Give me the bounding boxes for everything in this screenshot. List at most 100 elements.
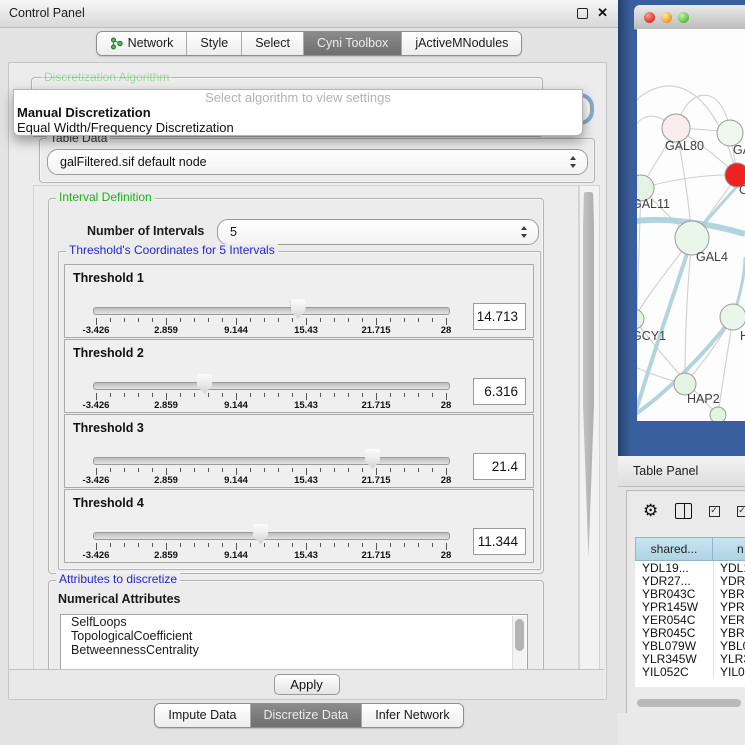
- attribute-list-item[interactable]: TopologicalCoefficient: [61, 629, 527, 643]
- slider-track[interactable]: [93, 382, 450, 390]
- name-cell[interactable]: YLR3: [713, 652, 745, 665]
- tab-discretize-data[interactable]: Discretize Data: [251, 704, 363, 727]
- name-cell[interactable]: YDR2: [713, 574, 745, 587]
- table-row[interactable]: YPR145WYPR1: [635, 600, 745, 613]
- tick-mark: [138, 393, 139, 397]
- number-of-intervals-combobox[interactable]: 5: [217, 219, 539, 245]
- table-row[interactable]: YDR27...YDR2: [635, 574, 745, 587]
- network-node[interactable]: [637, 309, 644, 329]
- scrollbar-thumb[interactable]: [583, 192, 594, 558]
- tab-cyni-toolbox[interactable]: Cyni Toolbox: [304, 32, 402, 55]
- table-data-combobox[interactable]: galFiltered.sif default node: [47, 149, 588, 175]
- tick-mark: [138, 468, 139, 472]
- tab-style[interactable]: Style: [187, 32, 242, 55]
- algorithm-menu-item[interactable]: Manual Discretization: [14, 105, 582, 120]
- gear-icon[interactable]: ⚙: [643, 502, 658, 520]
- algorithm-placeholder-item[interactable]: Select algorithm to view settings: [14, 90, 582, 105]
- close-traffic-light-icon[interactable]: [644, 12, 655, 23]
- shared-name-cell[interactable]: YBL079W: [635, 639, 713, 652]
- slider-track[interactable]: [93, 532, 450, 540]
- network-window-titlebar[interactable]: [634, 5, 745, 30]
- name-cell[interactable]: YDL1: [713, 561, 745, 574]
- table-row[interactable]: YLR345WYLR3: [635, 652, 745, 665]
- float-window-icon[interactable]: [577, 8, 588, 19]
- network-node[interactable]: [710, 407, 726, 421]
- zoom-traffic-light-icon[interactable]: [678, 12, 689, 23]
- shared-name-cell[interactable]: YPR145W: [635, 600, 713, 613]
- tick-mark: [306, 543, 307, 550]
- network-node[interactable]: [662, 114, 690, 142]
- tab-jactivemnodules[interactable]: jActiveMNodules: [402, 32, 521, 55]
- threshold-value-field[interactable]: 21.4: [473, 453, 526, 480]
- tick-mark: [250, 468, 251, 472]
- table-row[interactable]: YER054CYER0: [635, 613, 745, 626]
- tick-mark: [264, 468, 265, 472]
- shared-name-cell[interactable]: YDR27...: [635, 574, 713, 587]
- tick-mark: [404, 318, 405, 322]
- tick-mark: [320, 543, 321, 547]
- column-settings-icon[interactable]: [675, 503, 692, 519]
- tick-mark: [208, 468, 209, 472]
- threshold-value-field[interactable]: 11.344: [473, 528, 526, 555]
- name-cell[interactable]: YBL0: [713, 639, 745, 652]
- apply-button[interactable]: Apply: [274, 674, 340, 695]
- close-icon[interactable]: ✕: [597, 7, 608, 19]
- slider-track[interactable]: [93, 307, 450, 315]
- algorithm-menu-item[interactable]: Equal Width/Frequency Discretization: [14, 120, 582, 135]
- network-canvas[interactable]: GAL80GACGAL11GAL4GCY1HHAP2: [637, 29, 745, 421]
- tick-mark: [96, 393, 97, 400]
- slider-thumb[interactable]: [365, 449, 380, 469]
- tab-select[interactable]: Select: [242, 32, 304, 55]
- tick-mark: [222, 468, 223, 472]
- numerical-attributes-list[interactable]: SelfLoopsTopologicalCoefficientBetweenne…: [60, 614, 528, 671]
- tab-infer-network[interactable]: Infer Network: [362, 704, 462, 727]
- shared-name-cell[interactable]: YBR043C: [635, 587, 713, 600]
- slider-track[interactable]: [93, 457, 450, 465]
- tick-mark: [236, 543, 237, 550]
- table-row[interactable]: YDL19...YDL1: [635, 561, 745, 574]
- column-header-name[interactable]: n: [713, 537, 745, 561]
- tab-impute-data[interactable]: Impute Data: [155, 704, 250, 727]
- tick-mark: [264, 543, 265, 547]
- shared-name-cell[interactable]: YIL052C: [635, 665, 713, 678]
- threshold-value-field[interactable]: 6.316: [473, 378, 526, 405]
- node-table[interactable]: shared... n YDL19...YDL1YDR27...YDR2YBR0…: [635, 537, 745, 687]
- name-cell[interactable]: YBR0: [713, 626, 745, 639]
- tick-label: 9.144: [224, 400, 248, 411]
- slider-thumb[interactable]: [197, 374, 212, 394]
- name-cell[interactable]: YBR0: [713, 587, 745, 600]
- tick-mark: [124, 543, 125, 547]
- table-row[interactable]: YIL052CYIL0: [635, 665, 745, 678]
- minimize-traffic-light-icon[interactable]: [661, 12, 672, 23]
- tab-network[interactable]: Network: [97, 32, 188, 55]
- tick-label: -3.426: [83, 400, 110, 411]
- horizontal-scrollbar[interactable]: [637, 699, 741, 707]
- tick-mark: [166, 543, 167, 550]
- column-header-shared-name[interactable]: shared...: [635, 537, 713, 561]
- name-cell[interactable]: YIL0: [713, 665, 745, 678]
- slider-thumb[interactable]: [253, 524, 268, 544]
- network-node[interactable]: [720, 304, 745, 330]
- attribute-list-item[interactable]: SelfLoops: [61, 615, 527, 629]
- vertical-scrollbar[interactable]: [579, 185, 600, 671]
- table-row[interactable]: YBL079WYBL0: [635, 639, 745, 652]
- select-none-checkbox-icon[interactable]: [737, 506, 745, 517]
- attribute-list-item[interactable]: BetweennessCentrality: [61, 643, 527, 657]
- list-scrollbar[interactable]: [512, 616, 526, 671]
- shared-name-cell[interactable]: YDL19...: [635, 561, 713, 574]
- tick-mark: [166, 393, 167, 400]
- table-row[interactable]: YBR043CYBR0: [635, 587, 745, 600]
- shared-name-cell[interactable]: YLR345W: [635, 652, 713, 665]
- shared-name-cell[interactable]: YBR045C: [635, 626, 713, 639]
- table-row[interactable]: YBR045CYBR0: [635, 626, 745, 639]
- name-cell[interactable]: YPR1: [713, 600, 745, 613]
- tick-label: 28: [441, 325, 452, 336]
- threshold-value-field[interactable]: 14.713: [473, 303, 526, 330]
- shared-name-cell[interactable]: YER054C: [635, 613, 713, 626]
- threshold-label: Threshold 4: [73, 496, 144, 510]
- tick-mark: [418, 318, 419, 322]
- slider-thumb[interactable]: [291, 299, 306, 319]
- name-cell[interactable]: YER0: [713, 613, 745, 626]
- tick-mark: [432, 393, 433, 397]
- select-all-checkbox-icon[interactable]: [709, 506, 720, 517]
